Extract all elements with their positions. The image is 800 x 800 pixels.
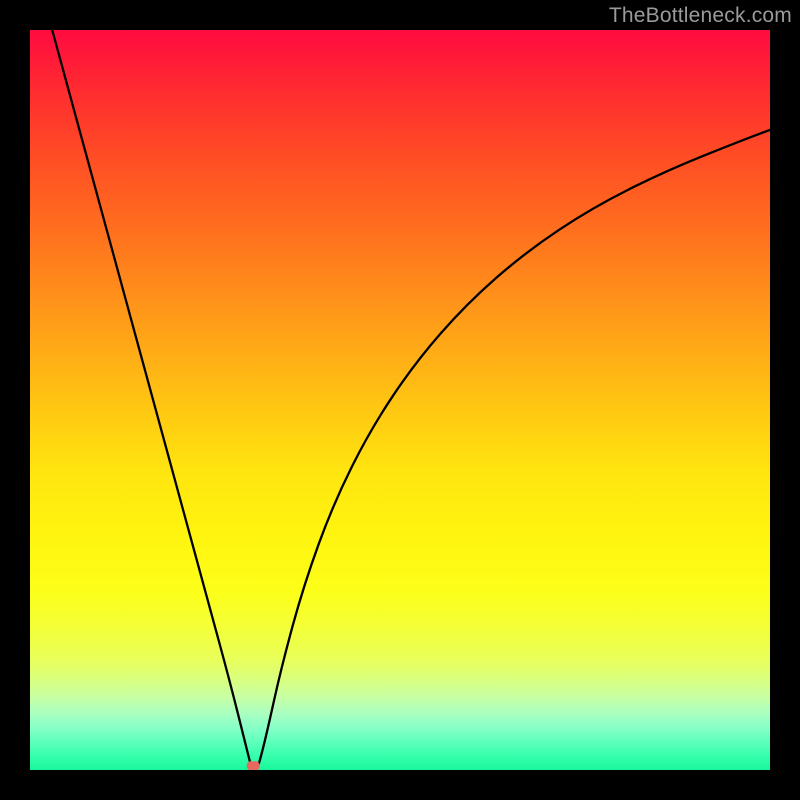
watermark-text: TheBottleneck.com (609, 4, 792, 28)
curve-line (52, 30, 770, 770)
chart-svg (30, 30, 770, 770)
chart-frame: TheBottleneck.com (0, 0, 800, 800)
plot-area (30, 30, 770, 770)
minimum-marker (247, 761, 260, 770)
